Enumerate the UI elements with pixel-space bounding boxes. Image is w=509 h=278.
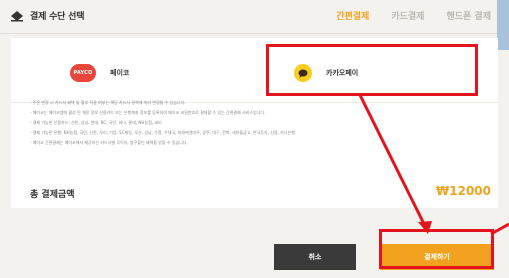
arrow-head-icon bbox=[418, 221, 432, 234]
annotation-arrows bbox=[358, 94, 509, 236]
arrow-line bbox=[358, 94, 427, 227]
arrow-line-right bbox=[490, 222, 509, 236]
